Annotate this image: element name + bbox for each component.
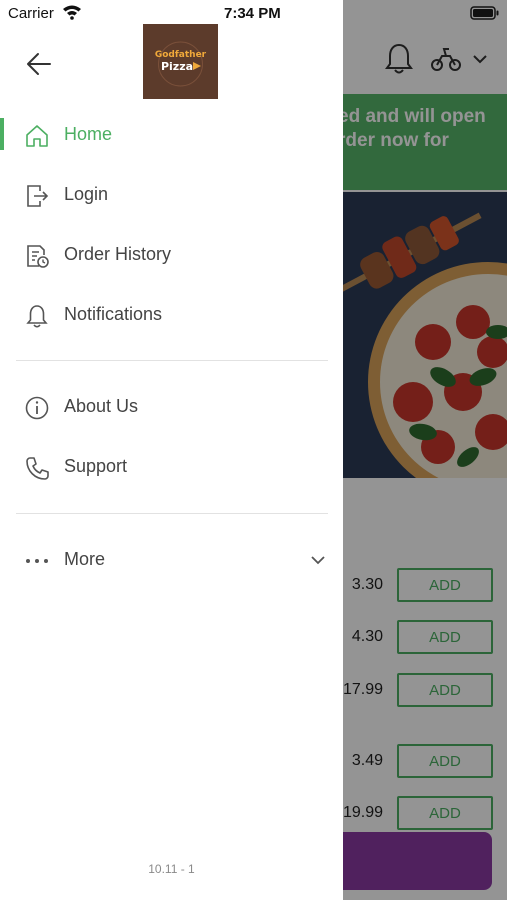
back-arrow-icon[interactable] xyxy=(24,50,54,78)
menu-item-label: Login xyxy=(64,184,109,204)
menu-item-label: Notifications xyxy=(64,304,163,324)
logo-text-line2: Pizza xyxy=(161,60,193,73)
more-dots-icon xyxy=(26,559,48,563)
menu-item-about-us[interactable]: About Us xyxy=(0,382,343,432)
menu-item-notifications[interactable]: Notifications xyxy=(0,290,343,340)
active-indicator xyxy=(0,118,4,150)
wifi-icon xyxy=(63,5,81,20)
login-icon xyxy=(27,185,49,207)
menu-item-order-history[interactable]: Order History xyxy=(0,230,343,280)
menu-item-label: Order History xyxy=(64,244,172,264)
logo-text-line1: Godfather xyxy=(155,50,207,60)
order-history-icon xyxy=(27,245,49,268)
app-version: 10.11 - 1 xyxy=(148,862,195,876)
menu-item-home[interactable]: Home xyxy=(0,110,343,160)
side-drawer: Godfather Pizza Home Login Order History xyxy=(0,0,343,900)
menu-item-label: More xyxy=(64,549,106,569)
menu-item-label: Home xyxy=(64,124,113,144)
clock: 7:34 PM xyxy=(224,5,281,22)
chevron-down-icon[interactable] xyxy=(310,554,326,566)
restaurant-logo: Godfather Pizza xyxy=(143,24,218,99)
status-bar: Carrier 7:34 PM xyxy=(0,0,507,28)
phone-icon xyxy=(26,457,49,480)
carrier-label: Carrier xyxy=(8,5,54,22)
battery-icon xyxy=(470,6,499,20)
menu-item-support[interactable]: Support xyxy=(0,442,343,492)
info-icon xyxy=(25,396,49,420)
menu-item-label: Support xyxy=(64,456,128,476)
menu-item-login[interactable]: Login xyxy=(0,170,343,220)
menu-item-label: About Us xyxy=(64,396,139,416)
divider xyxy=(16,360,328,361)
home-icon xyxy=(26,125,48,147)
menu-item-more[interactable]: More xyxy=(0,535,343,585)
divider xyxy=(16,513,328,514)
bell-icon xyxy=(26,305,48,328)
